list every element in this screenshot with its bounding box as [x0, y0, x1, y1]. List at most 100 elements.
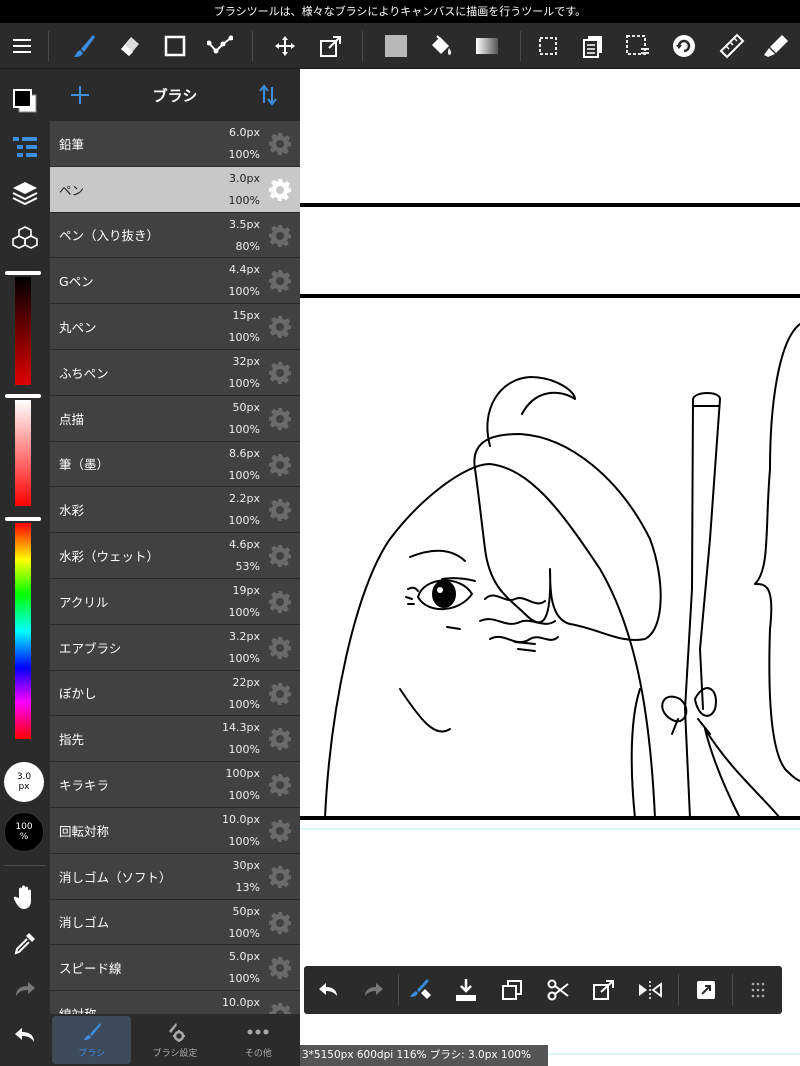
ruler-icon[interactable] [712, 23, 752, 69]
brush-row[interactable]: 点描 50px 100% [50, 395, 300, 442]
gear-icon[interactable] [268, 361, 292, 385]
gear-icon[interactable] [268, 727, 292, 751]
brush-row[interactable]: 指先 14.3px 100% [50, 716, 300, 763]
eyedropper-icon[interactable] [0, 923, 50, 963]
lasso-tool-icon[interactable] [200, 23, 240, 69]
gear-icon[interactable] [268, 132, 292, 156]
gradient-tool-icon[interactable] [467, 23, 507, 69]
brush-row[interactable]: ペン 3.0px 100% [50, 166, 300, 213]
gear-icon[interactable] [268, 544, 292, 568]
select-tool-icon[interactable] [528, 23, 568, 69]
gear-icon[interactable] [268, 682, 292, 706]
fill-color-icon[interactable] [376, 23, 416, 69]
brush-row[interactable]: 線対称10.0px100% [50, 991, 300, 1014]
brush-size-indicator[interactable]: 3.0 px [4, 762, 44, 802]
brush-row[interactable]: ぼかし 22px 100% [50, 670, 300, 717]
gear-icon[interactable] [268, 956, 292, 980]
brush-name: ペン（入り抜き） [59, 228, 160, 244]
tab-other[interactable]: その他 [217, 1014, 300, 1066]
gear-icon[interactable] [268, 498, 292, 522]
bucket-tool-icon[interactable] [421, 23, 461, 69]
gear-icon[interactable] [268, 819, 292, 843]
cut-icon[interactable] [538, 966, 578, 1014]
duplicate-icon[interactable] [492, 966, 532, 1014]
gear-icon[interactable] [268, 590, 292, 614]
materials-icon[interactable] [0, 219, 50, 259]
brush-row[interactable]: 水彩（ウェット） 4.6px 53% [50, 533, 300, 579]
sort-icon[interactable] [258, 83, 278, 107]
brush-row[interactable]: 丸ペン 15px 100% [50, 304, 300, 350]
gear-icon[interactable] [268, 178, 292, 202]
brush-row[interactable]: 消しゴム（ソフト） 30px 13% [50, 853, 300, 900]
undo-icon[interactable] [0, 1015, 50, 1055]
brush-name: アクリル [59, 594, 109, 610]
gear-icon[interactable] [268, 865, 292, 889]
hue-slider[interactable] [15, 523, 31, 739]
brush-row[interactable]: スピード線 5.0px 100% [50, 945, 300, 992]
brush-size: 8.6px [229, 446, 260, 460]
slider-thumb[interactable] [5, 517, 41, 521]
gear-icon[interactable] [268, 224, 292, 248]
brush-row[interactable]: ふちペン 32px 100% [50, 349, 300, 396]
brush-row[interactable]: ペン（入り抜き） 3.5px 80% [50, 212, 300, 259]
brush-row[interactable]: エアブラシ 3.2px 100% [50, 624, 300, 671]
menu-icon[interactable] [2, 23, 42, 69]
copy-icon[interactable] [573, 23, 613, 69]
transform-tool-icon[interactable] [311, 23, 351, 69]
brush-size: 14.3px [222, 721, 260, 735]
canvas[interactable] [300, 69, 800, 1066]
panel-tabs: ブラシ ブラシ設定 その他 [50, 1014, 300, 1066]
brush-row[interactable]: 筆（墨） 8.6px 100% [50, 441, 300, 488]
brush-row[interactable]: 消しゴム 50px 100% [50, 899, 300, 946]
add-brush-icon[interactable] [68, 81, 92, 109]
brush-row[interactable]: キラキラ 100px 100% [50, 762, 300, 808]
gear-icon[interactable] [268, 407, 292, 431]
rotate-icon[interactable] [664, 23, 704, 69]
brush-row[interactable]: 鉛筆 6.0px 100% [50, 121, 300, 167]
flip-icon[interactable] [630, 966, 670, 1014]
clear-layer-icon[interactable] [400, 966, 440, 1014]
light-red-slider[interactable] [15, 400, 31, 506]
move-tool-icon[interactable] [265, 23, 305, 69]
brush-size: 100px [225, 767, 261, 781]
brush-list: 鉛筆 6.0px 100% ペン 3.0px 100% ペン（入り抜き） 3.5px 80% Gペ… [50, 121, 300, 1014]
save-icon[interactable] [446, 966, 486, 1014]
tab-brush-settings[interactable]: ブラシ設定 [133, 1014, 216, 1066]
tab-brush[interactable]: ブラシ [50, 1014, 133, 1066]
gear-icon[interactable] [268, 911, 292, 935]
gear-icon[interactable] [268, 773, 292, 797]
rectangle-tool-icon[interactable] [155, 23, 195, 69]
gear-icon[interactable] [268, 269, 292, 293]
brush-row[interactable]: アクリル 19px 100% [50, 578, 300, 625]
opacity-indicator[interactable]: 100 % [4, 812, 44, 852]
eraser-tool-icon[interactable] [110, 23, 150, 69]
brush-row[interactable]: Gペン 4.4px 100% [50, 258, 300, 305]
slider-thumb[interactable] [5, 271, 41, 275]
gear-icon[interactable] [268, 636, 292, 660]
gear-icon[interactable] [268, 453, 292, 477]
select-pen-icon[interactable] [618, 23, 658, 69]
top-toolbar [0, 23, 800, 69]
grid-menu-icon[interactable] [738, 966, 778, 1014]
expand-icon[interactable] [686, 966, 726, 1014]
transform-icon[interactable] [584, 966, 624, 1014]
brush-tool-icon[interactable] [64, 23, 104, 69]
redo-icon[interactable] [0, 969, 50, 1009]
snap-icon[interactable] [756, 23, 796, 69]
brush-name: 指先 [59, 732, 85, 748]
slider-thumb[interactable] [5, 394, 41, 398]
brush-name: 消しゴム（ソフト） [59, 869, 172, 885]
undo-icon[interactable] [308, 966, 348, 1014]
brush-name: 消しゴム [59, 915, 110, 931]
brush-row[interactable]: 水彩 2.2px 100% [50, 487, 300, 534]
dark-red-slider[interactable] [15, 277, 31, 385]
gear-icon[interactable] [268, 1002, 292, 1014]
brush-list-icon[interactable] [0, 127, 50, 167]
redo-icon[interactable] [354, 966, 394, 1014]
hand-tool-icon[interactable] [0, 877, 50, 917]
layers-icon[interactable] [0, 173, 50, 213]
tab-label: その他 [244, 1049, 272, 1059]
brush-row[interactable]: 回転対称 10.0px 100% [50, 807, 300, 854]
gear-icon[interactable] [268, 315, 292, 339]
color-swatch-icon[interactable] [0, 81, 50, 121]
